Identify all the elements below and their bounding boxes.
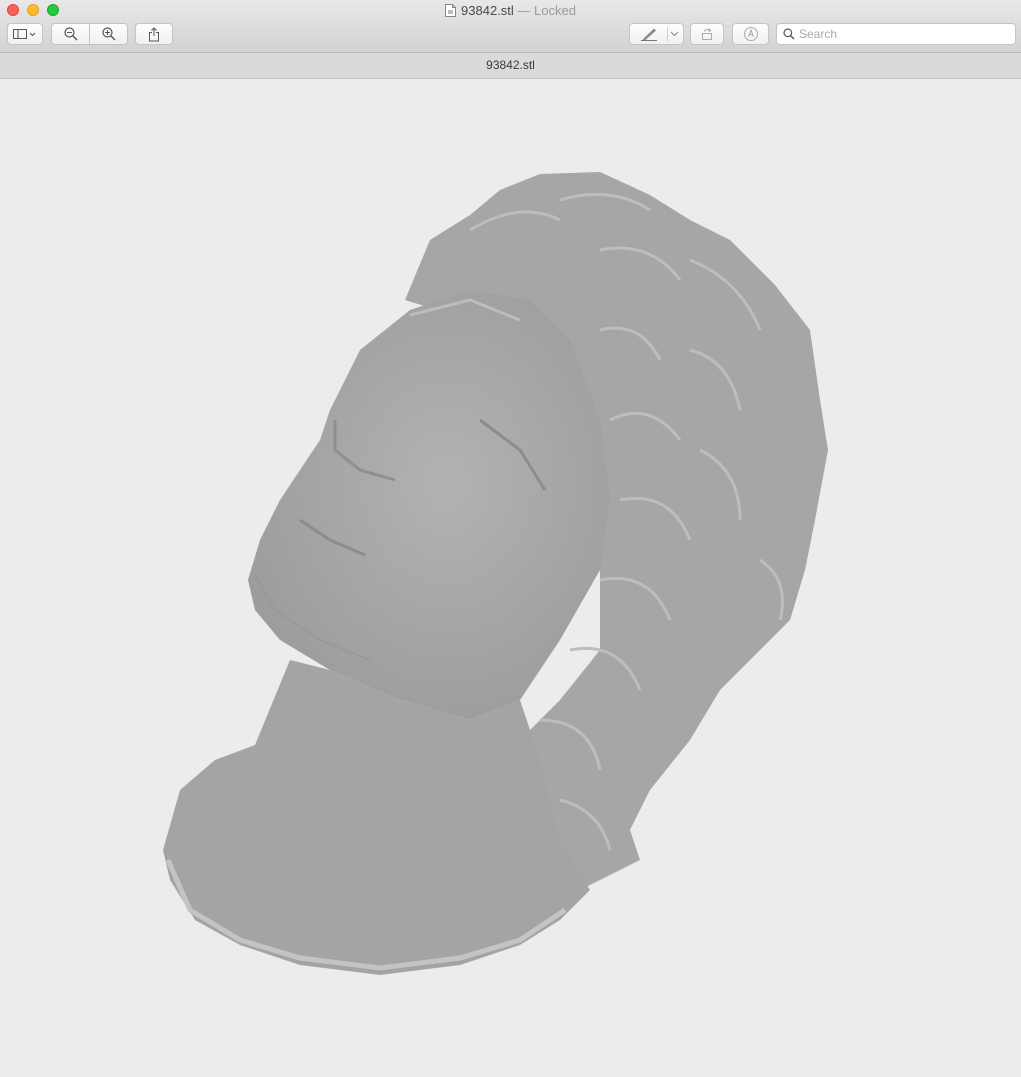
- window-title-filename: 93842.stl: [461, 3, 514, 18]
- face-shape: [248, 290, 610, 720]
- sidebar-button[interactable]: [7, 23, 43, 45]
- document-tab[interactable]: 93842.stl: [0, 53, 1021, 79]
- annotate-button[interactable]: [732, 23, 769, 45]
- share-button[interactable]: [135, 23, 173, 45]
- search-field[interactable]: [776, 23, 1016, 45]
- document-icon: [445, 4, 457, 20]
- share-icon: [148, 26, 160, 42]
- split-divider: [667, 27, 668, 41]
- pen-icon: [640, 27, 658, 41]
- sidebar-toggle-icon: [13, 28, 37, 40]
- chevron-down-icon[interactable]: [670, 31, 679, 37]
- locked-label: — Locked: [517, 3, 576, 18]
- rotate-icon: [699, 27, 715, 41]
- title-bar: 93842.stl — Locked: [0, 0, 1021, 53]
- search-icon: [783, 28, 795, 40]
- zoom-out-button[interactable]: [51, 23, 90, 45]
- 3d-model-viewport[interactable]: [0, 79, 1021, 1077]
- zoom-in-button[interactable]: [89, 23, 128, 45]
- preview-window: 93842.stl — Locked Search 93842.stl: [0, 0, 1021, 1077]
- search-input[interactable]: [799, 27, 999, 41]
- window-title: 93842.stl — Locked: [0, 3, 1021, 20]
- rotate-button[interactable]: [690, 23, 724, 45]
- neck-bust-shape: [163, 660, 590, 975]
- tab-label: 93842.stl: [486, 58, 535, 72]
- 3d-bust-model[interactable]: [0, 79, 1021, 1077]
- zoom-out-icon: [63, 27, 78, 41]
- markup-pen-button[interactable]: [629, 23, 684, 45]
- markup-icon: [743, 26, 759, 42]
- zoom-in-icon: [101, 27, 116, 41]
